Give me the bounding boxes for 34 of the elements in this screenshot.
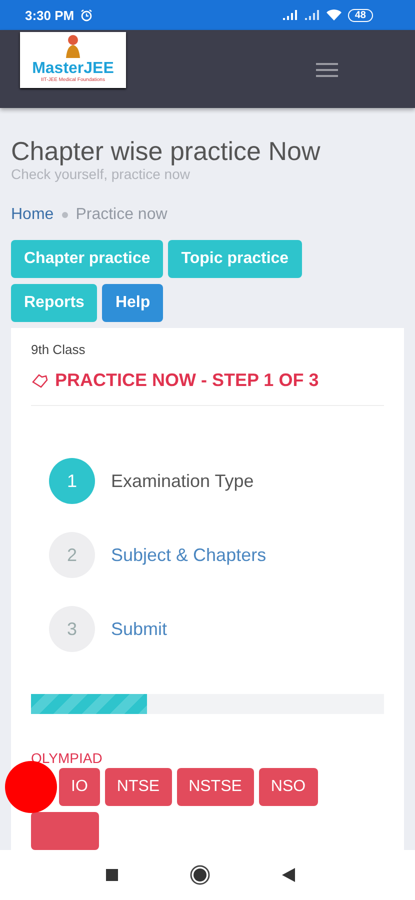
section-title: OLYMPIAD bbox=[31, 750, 104, 766]
breadcrumb-item[interactable]: Home bbox=[11, 206, 54, 224]
nav-button[interactable]: Reports bbox=[11, 284, 98, 322]
breadcrumb-item[interactable]: Practice now bbox=[76, 206, 168, 224]
battery-indicator: 48 bbox=[348, 8, 373, 22]
exam-button[interactable]: NTSE bbox=[104, 768, 172, 806]
home-icon[interactable] bbox=[190, 865, 210, 885]
back-icon[interactable] bbox=[282, 868, 294, 882]
step-number: 1 bbox=[49, 458, 95, 504]
touch-indicator bbox=[5, 761, 57, 813]
step-label[interactable]: Examination Type bbox=[111, 470, 254, 492]
class-label: 9th Class bbox=[31, 342, 86, 357]
alarm-icon bbox=[80, 8, 94, 22]
breadcrumb-separator bbox=[62, 212, 68, 218]
exam-button[interactable]: NSTSE bbox=[176, 768, 254, 806]
exam-button[interactable]: NSO bbox=[258, 768, 318, 806]
card-heading: PRACTICE NOW - STEP 1 OF 3 bbox=[55, 370, 319, 391]
step-number: 3 bbox=[49, 606, 95, 652]
nav-button[interactable]: Help bbox=[102, 284, 164, 322]
logo-name: MasterJEE bbox=[32, 60, 114, 77]
step-number: 2 bbox=[49, 532, 95, 578]
nav-button[interactable]: Chapter practice bbox=[11, 240, 164, 278]
step-label[interactable]: Subject & Chapters bbox=[111, 544, 266, 566]
signal-icon bbox=[304, 10, 320, 20]
hand-icon bbox=[31, 372, 49, 388]
page-title: Chapter wise practice Now bbox=[11, 136, 322, 166]
signal-icon bbox=[282, 10, 298, 20]
nav-button[interactable]: Topic practice bbox=[168, 240, 302, 278]
recents-icon[interactable] bbox=[106, 869, 118, 881]
page-subtitle: Check yourself, practice now bbox=[11, 166, 191, 182]
exam-button[interactable]: IO bbox=[59, 768, 100, 806]
wifi-icon bbox=[326, 9, 342, 21]
step-label[interactable]: Submit bbox=[111, 618, 168, 640]
status-time: 3:30 PM bbox=[25, 8, 74, 22]
